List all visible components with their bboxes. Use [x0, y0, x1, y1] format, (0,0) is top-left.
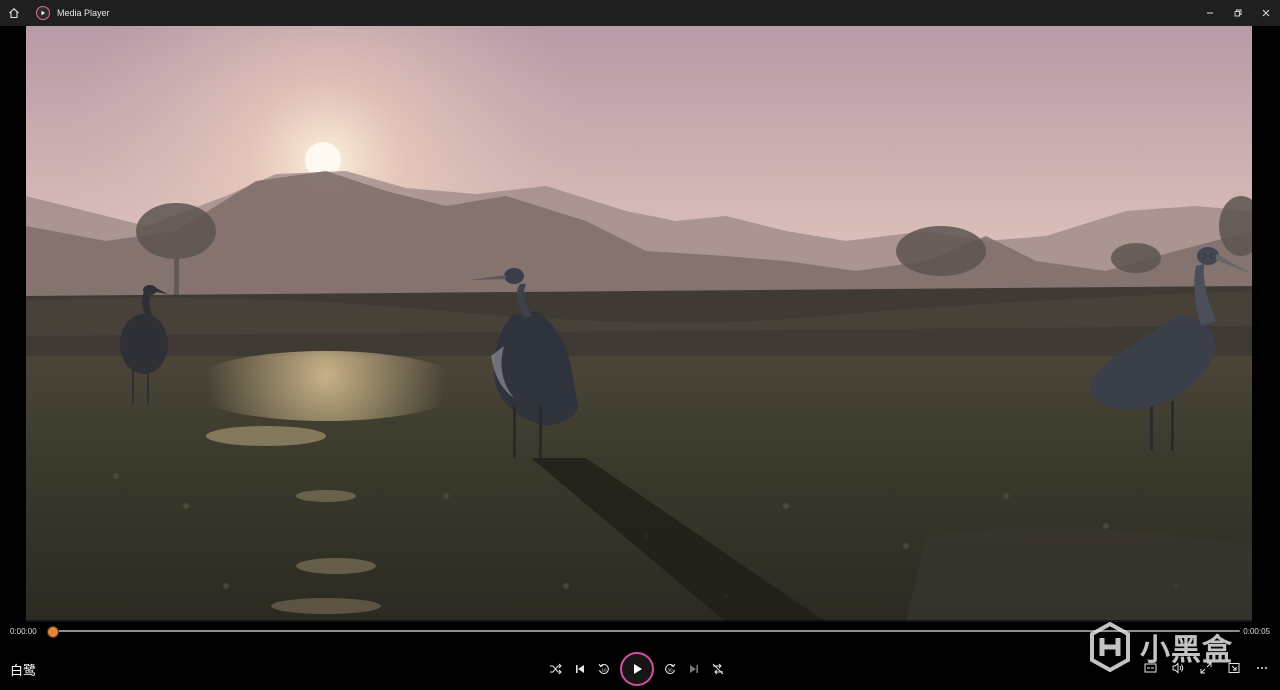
forward-30-icon: 30 — [665, 663, 676, 674]
duration-time: 0:00:05 — [1243, 627, 1270, 636]
next-button[interactable] — [682, 653, 706, 685]
restore-button[interactable] — [1224, 0, 1252, 26]
previous-icon — [576, 665, 584, 673]
transport-controls: 10 30 — [544, 652, 730, 686]
video-scene — [26, 26, 1252, 622]
more-options-button[interactable] — [1248, 660, 1276, 676]
close-icon — [1262, 9, 1270, 17]
minimize-icon — [1207, 12, 1213, 14]
rewind-10-icon: 10 — [598, 663, 609, 674]
media-player-app-icon — [36, 6, 50, 20]
repeat-icon — [712, 663, 724, 675]
play-button[interactable] — [620, 652, 654, 686]
play-icon — [634, 664, 642, 674]
home-button[interactable] — [0, 0, 28, 26]
window-controls — [1196, 0, 1280, 26]
window-title: Media Player — [57, 8, 110, 18]
seek-bar[interactable] — [47, 626, 1240, 638]
shuffle-icon — [550, 663, 562, 675]
restore-icon — [1234, 9, 1242, 17]
svg-text:30: 30 — [667, 668, 673, 673]
title-bar: Media Player — [0, 0, 1280, 26]
media-title: 白鹭 — [10, 663, 37, 678]
rewind-10-button[interactable]: 10 — [592, 653, 616, 685]
svg-text:10: 10 — [601, 668, 607, 673]
close-button[interactable] — [1252, 0, 1280, 26]
minimize-button[interactable] — [1196, 0, 1224, 26]
video-frame[interactable] — [26, 26, 1252, 622]
heybox-logo-icon — [1090, 622, 1130, 672]
more-icon — [1257, 667, 1267, 669]
watermark: 小黑盒 — [1088, 622, 1233, 672]
home-icon — [9, 8, 19, 19]
forward-30-button[interactable]: 30 — [658, 653, 682, 685]
current-time: 0:00:00 — [10, 627, 37, 636]
next-icon — [690, 665, 698, 673]
watermark-text: 小黑盒 — [1140, 634, 1233, 667]
previous-button[interactable] — [568, 653, 592, 685]
seek-thumb[interactable] — [47, 626, 59, 638]
shuffle-button[interactable] — [544, 653, 568, 685]
repeat-button[interactable] — [706, 653, 730, 685]
